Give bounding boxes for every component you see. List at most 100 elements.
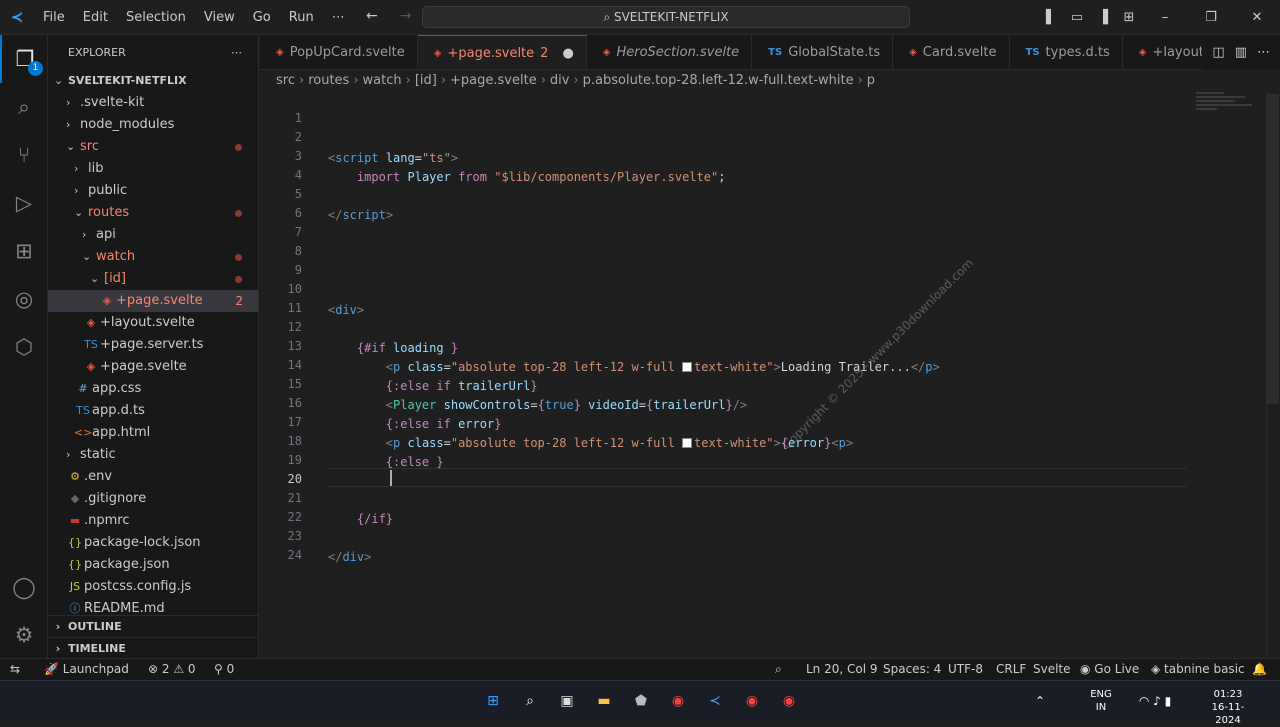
editor-tab[interactable]: ◈ +page.svelte 2 ●: [417, 35, 587, 70]
file-item[interactable]: ◆ .gitignore: [48, 488, 258, 510]
folder-item[interactable]: › static: [48, 444, 258, 466]
vertical-scrollbar[interactable]: [1266, 92, 1280, 658]
taskbar-search-icon[interactable]: ⌕: [518, 689, 542, 713]
indentation[interactable]: Spaces: 4: [883, 659, 941, 680]
file-explorer-icon[interactable]: ▬: [592, 689, 616, 713]
menu-run[interactable]: Run: [280, 0, 323, 35]
breadcrumb-item[interactable]: p.absolute.top-28.left-12.w-full.text-wh…: [583, 73, 854, 88]
menu-file[interactable]: File: [34, 0, 74, 35]
folder-item[interactable]: › api: [48, 224, 258, 246]
editor-tab[interactable]: ◈ Card.svelte: [893, 35, 1010, 69]
settings-gear-icon[interactable]: ⚙: [0, 611, 48, 659]
editor-tab[interactable]: ◈ HeroSection.svelte: [587, 35, 753, 69]
back-arrow-icon[interactable]: ←: [366, 8, 378, 24]
cursor-position[interactable]: Ln 20, Col 9: [806, 659, 878, 680]
breadcrumb-item[interactable]: routes: [308, 73, 349, 88]
folder-item[interactable]: › .svelte-kit: [48, 92, 258, 114]
breadcrumb-item[interactable]: p: [867, 73, 875, 88]
chrome-icon[interactable]: ◉: [666, 689, 690, 713]
tabnine-status[interactable]: ◈ tabnine basic: [1151, 659, 1245, 680]
maximize-button[interactable]: ❐: [1188, 10, 1234, 25]
windows-start-icon[interactable]: ⊞: [481, 689, 505, 713]
folder-item[interactable]: › node_modules: [48, 114, 258, 136]
search-icon[interactable]: ⌕: [0, 83, 48, 131]
close-window-button[interactable]: ✕: [1234, 10, 1280, 25]
file-item[interactable]: JS postcss.config.js: [48, 576, 258, 598]
file-item[interactable]: TS +page.server.ts: [48, 334, 258, 356]
code-editor[interactable]: 1 2 3 4 5 6 7 8 9 10 11 12 13 14 15 16 17 18 19 20 21 22 23 24 …: [260, 92, 1280, 658]
chrome-profile-2-icon[interactable]: ◉: [777, 689, 801, 713]
menu-go[interactable]: Go: [244, 0, 280, 35]
more-actions-icon[interactable]: ⋯: [231, 35, 242, 70]
customize-layout-icon[interactable]: ⊞: [1116, 10, 1142, 25]
task-view-icon[interactable]: ▣: [555, 689, 579, 713]
launchpad-button[interactable]: 🚀 Launchpad: [44, 659, 129, 680]
vscode-taskbar-icon[interactable]: ≺: [703, 689, 727, 713]
menu-view[interactable]: View: [195, 0, 244, 35]
timeline-section[interactable]: › TIMELINE: [48, 637, 258, 658]
account-icon[interactable]: ◯: [0, 563, 48, 611]
file-item[interactable]: ▬ .npmrc: [48, 510, 258, 532]
store-icon[interactable]: ⬟: [629, 689, 653, 713]
clock[interactable]: 01:23 16-11-2024: [1200, 681, 1256, 726]
tabnine-icon[interactable]: ◎: [0, 275, 48, 323]
folder-item[interactable]: › public: [48, 180, 258, 202]
file-item[interactable]: <>app.html: [48, 422, 258, 444]
split-editor-icon[interactable]: ▥: [1235, 45, 1247, 60]
file-item[interactable]: ⚙ .env: [48, 466, 258, 488]
ports-button[interactable]: ⚲ 0: [214, 659, 234, 680]
source-control-icon[interactable]: ⑂: [0, 131, 48, 179]
workspace-root[interactable]: ⌄ SVELTEKIT-NETFLIX: [48, 70, 258, 92]
command-center[interactable]: ⌕ SVELTEKIT-NETFLIX: [422, 6, 910, 28]
remote-explorer-icon[interactable]: ⬡: [0, 323, 48, 371]
breadcrumb-item[interactable]: +page.svelte: [450, 73, 537, 88]
breadcrumb-item[interactable]: watch: [363, 73, 402, 88]
file-item[interactable]: ◈ +page.svelte 2: [48, 290, 258, 312]
folder-item[interactable]: ⌄ src: [48, 136, 258, 158]
folder-item[interactable]: ⌄ watch: [48, 246, 258, 268]
unsaved-dot-icon[interactable]: ●: [562, 36, 573, 70]
editor-tab[interactable]: ◈ PopUpCard.svelte: [260, 35, 418, 69]
network-volume-battery[interactable]: ◠ ♪ ▮: [1125, 681, 1185, 721]
forward-arrow-icon[interactable]: →: [400, 8, 412, 24]
chrome-profile-icon[interactable]: ◉: [740, 689, 764, 713]
zoom-icon[interactable]: ⌕: [775, 659, 782, 680]
extensions-icon[interactable]: ⊞: [0, 227, 48, 275]
run-debug-icon[interactable]: ▷: [0, 179, 48, 227]
breadcrumb-item[interactable]: [id]: [415, 73, 437, 88]
problems-button[interactable]: ⊗ 2 ⚠ 0: [148, 659, 196, 680]
open-preview-icon[interactable]: ◫: [1212, 45, 1224, 60]
minimap[interactable]: [1196, 92, 1266, 132]
file-item[interactable]: # app.css: [48, 378, 258, 400]
editor-tab[interactable]: TS GlobalState.ts: [752, 35, 894, 69]
more-actions-icon[interactable]: ⋯: [1257, 45, 1270, 60]
toggle-panel-icon[interactable]: ▭: [1064, 10, 1090, 25]
notifications-bell-icon[interactable]: 🔔: [1252, 659, 1267, 680]
language-mode[interactable]: Svelte: [1033, 659, 1071, 680]
line-ending[interactable]: CRLF: [996, 659, 1026, 680]
file-item[interactable]: {} package-lock.json: [48, 532, 258, 554]
breadcrumb-item[interactable]: src: [276, 73, 295, 88]
go-live-button[interactable]: ◉ Go Live: [1080, 659, 1139, 680]
folder-item[interactable]: ⌄ routes: [48, 202, 258, 224]
input-language[interactable]: ENG IN: [1085, 681, 1117, 721]
toggle-secondary-sidebar-icon[interactable]: ▐: [1090, 10, 1116, 25]
menu-edit[interactable]: Edit: [74, 0, 117, 35]
file-item[interactable]: {} package.json: [48, 554, 258, 576]
minimize-button[interactable]: –: [1142, 10, 1188, 25]
breadcrumb-item[interactable]: div: [550, 73, 570, 88]
file-item[interactable]: ◈ +page.svelte: [48, 356, 258, 378]
menu-more[interactable]: ⋯: [323, 0, 354, 35]
tray-overflow-icon[interactable]: ⌃: [1030, 681, 1050, 721]
outline-section[interactable]: › OUTLINE: [48, 615, 258, 637]
scrollbar-thumb[interactable]: [1267, 94, 1279, 404]
editor-tab[interactable]: TS types.d.ts: [1010, 35, 1123, 69]
file-item[interactable]: ◈ +layout.svelte: [48, 312, 258, 334]
remote-icon[interactable]: ⇆: [10, 659, 20, 680]
file-item[interactable]: TS app.d.ts: [48, 400, 258, 422]
toggle-sidebar-icon[interactable]: ▌: [1038, 10, 1064, 25]
folder-item[interactable]: › lib: [48, 158, 258, 180]
explorer-icon[interactable]: ❐ 1: [0, 35, 48, 83]
encoding[interactable]: UTF-8: [948, 659, 983, 680]
menu-selection[interactable]: Selection: [117, 0, 195, 35]
